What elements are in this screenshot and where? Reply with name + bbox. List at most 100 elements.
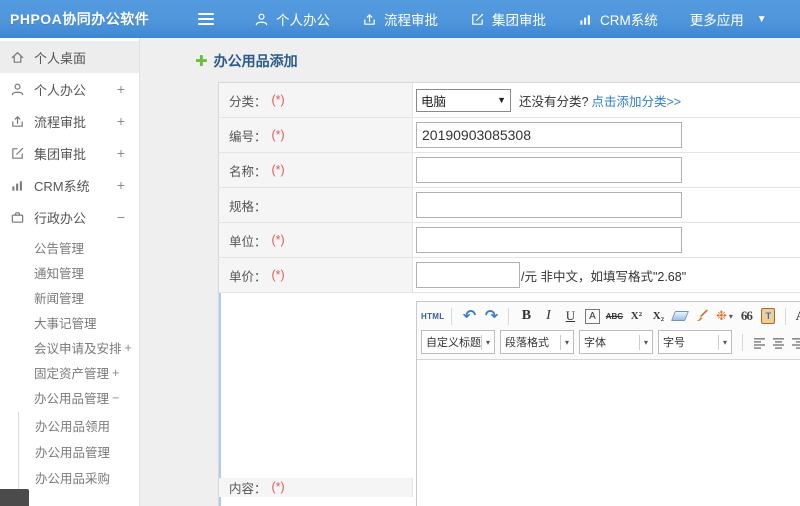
blockquote-button[interactable]: 66 [736, 306, 756, 326]
sidebar-item-news-mgmt[interactable]: 新闻管理 [0, 285, 139, 310]
sub-item-label: 通知管理 [34, 267, 85, 281]
add-category-link[interactable]: 点击添加分类>> [591, 91, 681, 110]
html-source-button[interactable]: HTML [421, 306, 444, 326]
sidebar-item-supplies-manage[interactable]: 办公用品管理 [19, 438, 139, 464]
paste-text-button[interactable]: T [758, 306, 778, 326]
expand-indicator[interactable]: + [117, 113, 125, 129]
price-format-hint: /元 非中文，如填写格式"2.68" [521, 269, 687, 284]
expand-indicator[interactable]: + [117, 177, 125, 193]
required-mark: (*) [271, 480, 285, 494]
number-input[interactable] [416, 122, 682, 148]
select-caret-icon: ▾ [717, 334, 729, 350]
sidebar-item-personal-desktop[interactable]: 个人桌面 [0, 41, 139, 73]
align-center-icon[interactable] [772, 336, 785, 349]
toolbar-row-2: 自定义标题 ▾ 段落格式 ▾ 字体 ▾ 字号 ▾ [421, 328, 800, 356]
sidebar-item-label: 个人桌面 [34, 50, 87, 66]
nav-label: 更多应用 [689, 13, 744, 28]
nav-item-group-approval[interactable]: 集团审批 [470, 9, 546, 29]
sidebar-item-notice-mgmt[interactable]: 通知管理 [0, 260, 139, 285]
category-select[interactable]: 电脑 ▼ [416, 88, 511, 112]
strikethrough-button[interactable]: ABC [604, 306, 624, 326]
expand-indicator[interactable]: + [117, 81, 125, 97]
main-content: ✚ 办公用品添加 分类： (*) 电脑 ▼ 还没有分类? 点击添加分类>> 编号… [140, 38, 800, 506]
office-supplies-submenu: 办公用品领用 办公用品管理 办公用品采购 [18, 412, 139, 506]
add-plus-icon: ✚ [195, 52, 208, 70]
undo-button[interactable]: ↶ [459, 306, 479, 326]
sidebar-item-office-supplies-mgmt[interactable]: 办公用品管理 − [0, 385, 139, 410]
share-upload-icon [362, 12, 377, 27]
sidebar-item-supplies-claim[interactable]: 办公用品领用 [19, 412, 139, 438]
eraser-format-button[interactable] [670, 306, 690, 326]
paragraph-format-select[interactable]: 段落格式 ▾ [500, 330, 574, 354]
chevron-down-icon: ▼ [756, 13, 767, 25]
alignment-buttons [753, 336, 800, 349]
custom-title-select[interactable]: 自定义标题 ▾ [421, 330, 495, 354]
eraser-icon [671, 311, 690, 321]
editor-content-area[interactable] [417, 360, 800, 506]
sidebar-item-fixed-assets-mgmt[interactable]: 固定资产管理 + [0, 360, 139, 385]
unit-input[interactable] [416, 227, 682, 253]
form-row-price: 单价： (*) /元 非中文，如填写格式"2.68" [219, 258, 800, 293]
align-right-icon[interactable] [791, 336, 800, 349]
page-title: ✚ 办公用品添加 [195, 51, 800, 71]
auto-typeset-button[interactable]: ❉ ▾ [714, 306, 734, 326]
briefcase-icon [10, 210, 25, 225]
nav-item-more-apps[interactable]: 更多应用 ▼ [690, 9, 767, 29]
collapse-indicator: − [112, 390, 120, 405]
edit-icon [470, 12, 485, 27]
font-family-select[interactable]: 字体 ▾ [579, 330, 653, 354]
font-size-select[interactable]: 字号 ▾ [658, 330, 732, 354]
sub-item-label: 办公用品管理 [35, 445, 111, 460]
sidebar-item-label: 集团审批 [34, 146, 87, 162]
spec-input[interactable] [416, 192, 682, 218]
sidebar: 个人桌面 个人办公 + 流程审批 + 集团审批 + CRM系统 + 行政办公 −… [0, 38, 140, 506]
sidebar-item-supplies-purchase[interactable]: 办公用品采购 [19, 464, 139, 490]
toolbar-row-1: HTML ↶ ↷ B I U A ABC X² X₂ ❉ ▾ 66 T [421, 304, 800, 328]
sub-item-label: 大事记管理 [34, 317, 97, 331]
select-caret-icon: ▾ [481, 334, 492, 350]
sidebar-item-crm[interactable]: CRM系统 + [0, 169, 139, 201]
sub-item-label: 新闻管理 [34, 292, 85, 306]
share-upload-icon [10, 114, 25, 129]
nav-item-crm[interactable]: CRM系统 [578, 9, 658, 29]
sidebar-item-personal-office[interactable]: 个人办公 + [0, 73, 139, 105]
sidebar-item-label: 个人办公 [34, 82, 87, 98]
nav-item-workflow-approval[interactable]: 流程审批 [362, 9, 438, 29]
required-mark: (*) [271, 163, 285, 177]
sidebar-item-events-mgmt[interactable]: 大事记管理 [0, 310, 139, 335]
sub-item-label: 固定资产管理 [34, 367, 110, 381]
sidebar-item-workflow-approval[interactable]: 流程审批 + [0, 105, 139, 137]
collapse-indicator[interactable]: − [117, 209, 125, 225]
redo-button[interactable]: ↷ [481, 306, 501, 326]
top-nav: 个人办公 流程审批 集团审批 CRM系统 更多应用 ▼ [254, 9, 767, 29]
price-input[interactable] [416, 262, 520, 288]
required-mark: (*) [271, 233, 285, 247]
nav-item-personal-office[interactable]: 个人办公 [254, 9, 330, 29]
sidebar-item-group-approval[interactable]: 集团审批 + [0, 137, 139, 169]
form-row-content: 内容： (*) HTML ↶ ↷ B I U A ABC X² X₂ ❉ ▾ 6… [219, 293, 800, 506]
align-left-icon[interactable] [753, 336, 766, 349]
price-label: 单价： (*) [219, 258, 413, 292]
format-brush-button[interactable] [692, 306, 712, 326]
bold-button[interactable]: B [516, 306, 536, 326]
expand-indicator[interactable]: + [117, 145, 125, 161]
content-label: 内容： (*) [219, 477, 413, 497]
sidebar-item-admin-office[interactable]: 行政办公 − [0, 201, 139, 233]
subscript-button[interactable]: X₂ [648, 306, 668, 326]
admin-office-submenu: 公告管理 通知管理 新闻管理 大事记管理 会议申请及安排 + 固定资产管理 + … [0, 235, 139, 506]
select-caret-icon: ▼ [497, 95, 506, 105]
superscript-button[interactable]: X² [626, 306, 646, 326]
hamburger-menu-icon[interactable] [198, 13, 216, 25]
underline-button[interactable]: U [560, 306, 580, 326]
font-border-button[interactable]: A [582, 306, 602, 326]
status-tooltip-fragment [0, 489, 29, 506]
sidebar-item-announcement-mgmt[interactable]: 公告管理 [0, 235, 139, 260]
nav-label: 集团审批 [492, 13, 546, 28]
name-input[interactable] [416, 157, 682, 183]
supply-add-form: 分类： (*) 电脑 ▼ 还没有分类? 点击添加分类>> 编号： (*) 201… [218, 82, 800, 506]
font-color-button[interactable]: A ▾ [793, 306, 800, 326]
spec-label: 规格： [219, 188, 413, 222]
italic-button[interactable]: I [538, 306, 558, 326]
sidebar-item-meeting-mgmt[interactable]: 会议申请及安排 + [0, 335, 139, 360]
sidebar-item-label: 流程审批 [34, 114, 87, 130]
